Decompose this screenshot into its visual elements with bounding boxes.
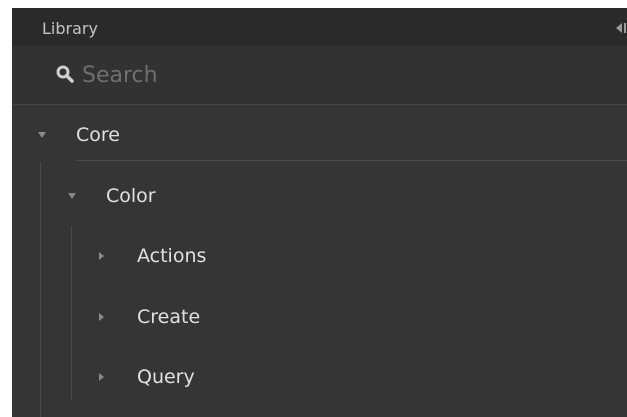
panel-header: Library xyxy=(12,8,627,46)
tree-item-label: Query xyxy=(137,366,195,388)
caret-right-icon xyxy=(99,373,104,381)
caret-right-icon xyxy=(99,252,104,260)
caret-right-icon xyxy=(99,313,104,321)
tree-item-label: Actions xyxy=(137,245,207,267)
library-panel: Library Core Color Actions xyxy=(12,8,627,417)
divider xyxy=(76,160,627,161)
caret-down-icon xyxy=(38,132,46,138)
caret-down-icon xyxy=(68,193,76,199)
tree-item-create[interactable]: Create xyxy=(72,299,627,335)
search-icon xyxy=(56,65,74,83)
search-bar xyxy=(12,46,627,105)
tree-item-core[interactable]: Core xyxy=(12,117,627,153)
tree-item-label: Create xyxy=(137,306,201,328)
panel-title: Library xyxy=(42,19,98,38)
search-input[interactable] xyxy=(82,60,602,90)
tree-item-label: Core xyxy=(76,124,120,146)
tree-item-actions[interactable]: Actions xyxy=(72,238,627,274)
tree-item-color[interactable]: Color xyxy=(40,178,627,214)
tree-item-query[interactable]: Query xyxy=(72,359,627,395)
collapse-panel-icon[interactable] xyxy=(615,21,627,35)
tree-item-label: Color xyxy=(106,185,156,207)
